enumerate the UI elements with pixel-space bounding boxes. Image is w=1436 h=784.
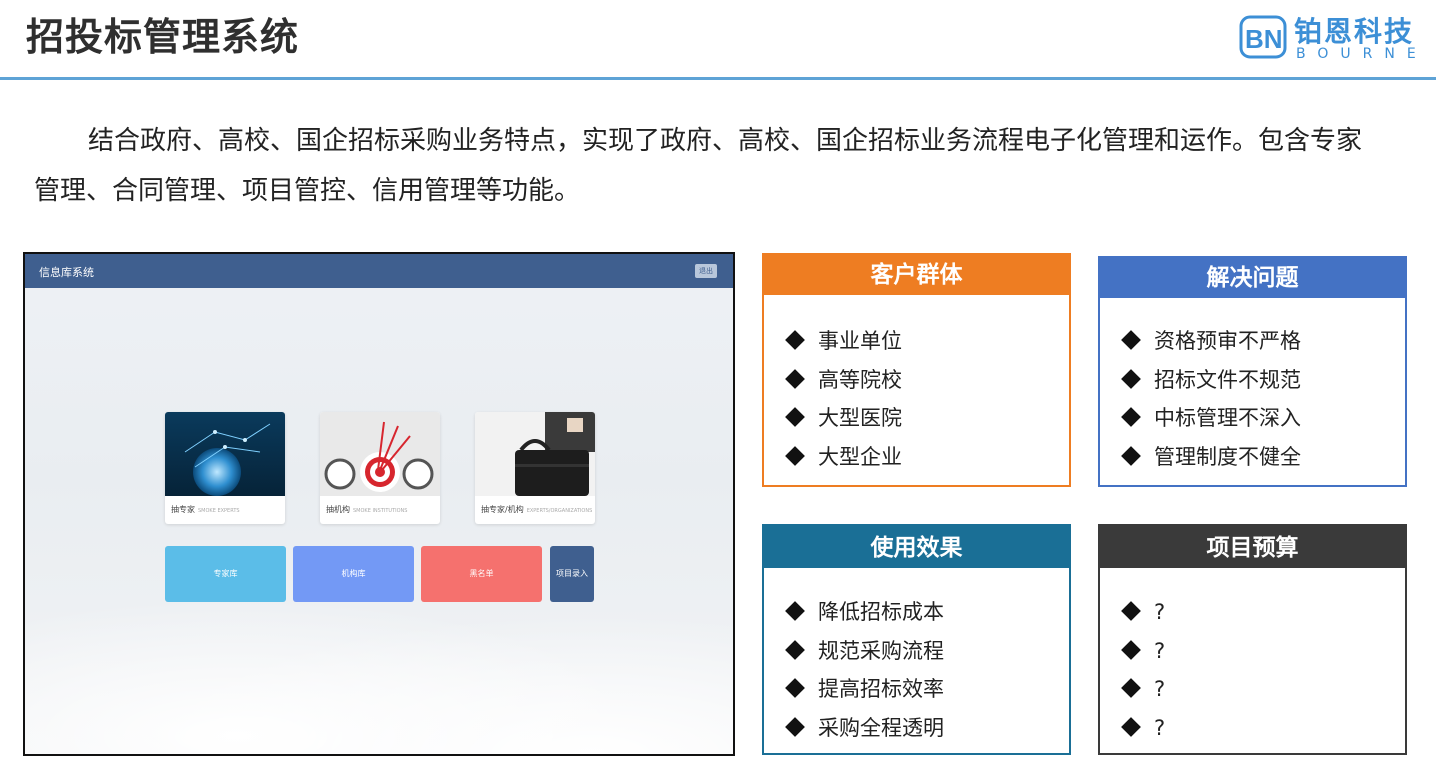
diamond-bullet-icon [785, 407, 805, 427]
card-label: 抽专家/机构 EXPERTS/ORGANIZATIONS [481, 504, 592, 515]
bn-logo-icon: BN [1239, 15, 1287, 59]
header-divider [0, 77, 1436, 80]
panel-title: 解决问题 [1100, 258, 1405, 298]
list-item: ? [1121, 715, 1166, 755]
blacklist-tile[interactable]: 黑名单 [421, 546, 542, 602]
list-item: 资格预审不严格 [1121, 329, 1301, 368]
diamond-bullet-icon [1121, 639, 1141, 660]
project-budget-panel: 项目预算 ? ? ? ? [1098, 524, 1407, 755]
panel-list: ? ? ? ? [1121, 600, 1166, 755]
diamond-bullet-icon [785, 330, 805, 350]
diamond-bullet-icon [1121, 330, 1141, 350]
panel-title: 客户群体 [764, 255, 1069, 295]
list-item-text: 采购全程透明 [818, 715, 944, 740]
card-label: 抽专家 SMOKE EXPERTS [171, 504, 240, 515]
app-title-bar: 信息库系统 退出 [25, 254, 733, 288]
list-item-text: 规范采购流程 [818, 638, 944, 663]
list-item: 大型企业 [785, 444, 902, 484]
list-item: 大型医院 [785, 406, 902, 445]
institution-library-tile[interactable]: 机构库 [293, 546, 414, 602]
svg-text:BN: BN [1245, 24, 1283, 54]
expert-library-tile[interactable]: 专家库 [165, 546, 286, 602]
diamond-bullet-icon [1121, 716, 1141, 737]
intro-paragraph: 结合政府、高校、国企招标采购业务特点，实现了政府、高校、国企招标业务流程电子化管… [34, 126, 1363, 206]
panel-list: 降低招标成本 规范采购流程 提高招标效率 采购全程透明 [785, 600, 944, 755]
target-darts-image [320, 412, 440, 496]
diamond-bullet-icon [785, 716, 805, 737]
list-item-text: 招标文件不规范 [1154, 367, 1301, 392]
logo-english-name: BOURNE [1296, 46, 1428, 62]
list-item-text: 降低招标成本 [818, 600, 944, 624]
diamond-bullet-icon [785, 678, 805, 698]
card-label-en: EXPERTS/ORGANIZATIONS [526, 508, 593, 514]
card-label-cn: 抽专家/机构 [481, 505, 524, 514]
list-item: 采购全程透明 [785, 715, 944, 755]
app-title: 信息库系统 [39, 266, 94, 279]
list-item: ? [1121, 638, 1166, 678]
logout-button[interactable]: 退出 [695, 264, 717, 278]
briefcase-image [475, 412, 595, 496]
list-item-text: 提高招标效率 [818, 677, 944, 701]
list-item: 高等院校 [785, 367, 902, 407]
list-item-text: 大型医院 [818, 406, 902, 430]
list-item-text: 中标管理不深入 [1154, 406, 1301, 430]
list-item: 规范采购流程 [785, 638, 944, 678]
company-logo: BN 铂恩科技 BOURNE [1238, 10, 1428, 68]
logo-chinese-name: 铂恩科技 [1294, 15, 1415, 48]
list-item-text: 资格预审不严格 [1154, 329, 1301, 353]
list-item: 事业单位 [785, 329, 902, 368]
diamond-bullet-icon [1121, 368, 1141, 389]
list-item-text: ? [1154, 715, 1166, 740]
list-item-text: ? [1154, 600, 1166, 624]
list-item: 中标管理不深入 [1121, 406, 1301, 445]
list-item-text: ? [1154, 677, 1166, 701]
list-item: 提高招标效率 [785, 677, 944, 716]
panel-list: 资格预审不严格 招标文件不规范 中标管理不深入 管理制度不健全 [1121, 329, 1301, 484]
globe-network-image [165, 412, 285, 496]
diamond-bullet-icon [1121, 407, 1141, 427]
list-item: 管理制度不健全 [1121, 444, 1301, 484]
diamond-bullet-icon [785, 639, 805, 660]
list-item: ? [1121, 677, 1166, 716]
diamond-bullet-icon [1121, 601, 1141, 621]
diamond-bullet-icon [785, 445, 805, 466]
card-label-cn: 抽专家 [171, 505, 195, 514]
slide-header: 招投标管理系统 BN 铂恩科技 BOURNE [0, 0, 1436, 82]
list-item: 招标文件不规范 [1121, 367, 1301, 407]
list-item-text: ? [1154, 638, 1166, 663]
card-label-en: SMOKE INSTITUTIONS [353, 508, 408, 514]
list-item-text: 管理制度不健全 [1154, 444, 1301, 469]
panel-title: 项目预算 [1100, 526, 1405, 568]
draw-institutions-card[interactable]: 抽机构 SMOKE INSTITUTIONS [320, 412, 440, 524]
list-item-text: 高等院校 [818, 367, 902, 392]
card-label: 抽机构 SMOKE INSTITUTIONS [326, 504, 407, 515]
project-entry-tile[interactable]: 项目录入 [550, 546, 594, 602]
page-title: 招投标管理系统 [26, 15, 300, 59]
diamond-bullet-icon [1121, 445, 1141, 466]
diamond-bullet-icon [785, 601, 805, 621]
panel-list: 事业单位 高等院校 大型医院 大型企业 [785, 329, 902, 484]
problems-solved-panel: 解决问题 资格预审不严格 招标文件不规范 中标管理不深入 管理制度不健全 [1098, 256, 1407, 487]
panel-title: 使用效果 [764, 526, 1069, 568]
list-item: ? [1121, 600, 1166, 639]
diamond-bullet-icon [785, 368, 805, 389]
customer-groups-panel: 客户群体 事业单位 高等院校 大型医院 大型企业 [762, 253, 1071, 487]
usage-effects-panel: 使用效果 降低招标成本 规范采购流程 提高招标效率 采购全程透明 [762, 524, 1071, 755]
list-item: 降低招标成本 [785, 600, 944, 639]
app-screenshot: 信息库系统 退出 抽专家 SMOKE EXPERTS 抽机构 SMOKE INS… [23, 252, 735, 756]
card-label-cn: 抽机构 [326, 505, 350, 514]
draw-experts-organizations-card[interactable]: 抽专家/机构 EXPERTS/ORGANIZATIONS [475, 412, 595, 524]
card-label-en: SMOKE EXPERTS [198, 508, 240, 514]
list-item-text: 大型企业 [818, 444, 902, 469]
list-item-text: 事业单位 [818, 329, 902, 353]
draw-experts-card[interactable]: 抽专家 SMOKE EXPERTS [165, 412, 285, 524]
diamond-bullet-icon [1121, 678, 1141, 698]
